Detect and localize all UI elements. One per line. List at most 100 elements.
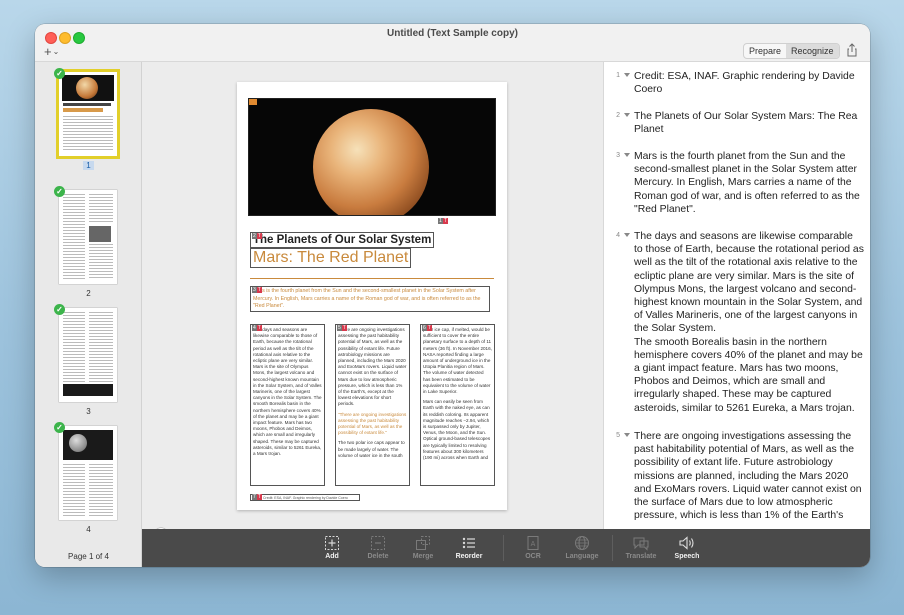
recognized-check-icon: ✓ [54, 186, 65, 197]
window-title: Untitled (Text Sample copy) [387, 28, 518, 39]
thumbnail-text [63, 464, 85, 516]
delete-button[interactable]: Delete [353, 534, 403, 560]
thumbnail-text [63, 116, 113, 152]
thumbnail-text [89, 194, 113, 224]
region-tag[interactable]: 7T [251, 494, 263, 501]
document-page: 1T 2T The Planets of Our Solar System Ma… [237, 82, 507, 510]
recognized-check-icon: ✓ [54, 422, 65, 433]
column-text: Mars can easily be seen from Earth with … [423, 399, 491, 461]
recognized-text-panel: 1 Credit: ESA, INAF. Graphic rendering b… [603, 62, 870, 567]
thumbnail-text [89, 312, 113, 382]
translate-button[interactable]: Translate [616, 534, 666, 560]
add-label: Add [325, 553, 339, 560]
document-image-mars[interactable] [248, 98, 496, 216]
paragraph-number: 5 [616, 432, 620, 439]
disclosure-triangle-icon[interactable] [624, 153, 630, 157]
tab-recognize[interactable]: Recognize [786, 44, 839, 58]
globe-icon [575, 535, 589, 550]
language-button[interactable]: Language [557, 534, 607, 560]
speech-label: Speech [674, 553, 700, 560]
thumbnail-text [63, 103, 111, 106]
paragraph-text[interactable]: Credit: ESA, INAF. Graphic rendering by … [634, 70, 864, 96]
thumbnail-image [89, 226, 111, 242]
speaker-icon [679, 535, 694, 550]
add-button[interactable]: Add [307, 534, 357, 560]
region-tag[interactable]: 1T [437, 218, 449, 225]
region-tag[interactable]: 3T [251, 287, 263, 294]
paragraph-text[interactable]: There are ongoing investigations assessi… [634, 430, 864, 522]
page-thumbnail-1[interactable] [59, 72, 117, 156]
page-thumbnail-4[interactable] [59, 426, 117, 520]
thumbnail-text [63, 194, 85, 280]
merge-button[interactable]: Merge [398, 534, 448, 560]
thumbnail-text [89, 244, 113, 280]
disclosure-triangle-icon[interactable] [624, 433, 630, 437]
document-subtitle[interactable]: Mars: The Red Planet [250, 248, 412, 268]
ocr-label: OCR [525, 553, 541, 560]
translate-label: Translate [625, 553, 657, 560]
chevron-down-icon: ⌄ [52, 47, 60, 56]
toolbar-divider [503, 535, 504, 561]
delete-label: Delete [367, 553, 389, 560]
thumbnail-label-3: 3 [86, 407, 91, 416]
page-thumbnail-2[interactable] [59, 190, 117, 284]
page-thumbnail-sidebar: ✓ 1 ✓ 2 ✓ 3 ✓ 4 Page 1 of 4 [35, 62, 142, 567]
delete-region-icon [371, 535, 385, 550]
thumbnail-label-1: 1 [35, 161, 142, 170]
thumbnail-label-2: 2 [86, 289, 91, 298]
translate-bubble-icon [633, 537, 649, 551]
document-lead-paragraph[interactable]: Mars is the fourth planet from the Sun a… [250, 286, 490, 312]
disclosure-triangle-icon[interactable] [624, 233, 630, 237]
region-tag[interactable]: 4T [251, 325, 263, 332]
paragraph-number: 1 [616, 72, 620, 79]
divider [250, 278, 494, 279]
merge-label: Merge [412, 553, 434, 560]
thumbnail-text [89, 464, 113, 516]
paragraph-number: 3 [616, 152, 620, 159]
reorder-label: Reorder [455, 553, 483, 560]
bottom-toolbar: Add Delete Merge Reorder A OCR Language … [142, 529, 870, 567]
disclosure-triangle-icon[interactable] [624, 73, 630, 77]
add-menu-button[interactable]: +⌄ [44, 44, 59, 59]
pull-quote: "There are ongoing investigations assess… [338, 411, 407, 436]
thumbnail-text [63, 108, 103, 112]
paragraph-number: 4 [616, 232, 620, 239]
ocr-document-icon: A [527, 535, 539, 550]
document-column-2[interactable]: There are ongoing investigations assessi… [335, 324, 410, 486]
mode-segmented-control: Prepare Recognize [743, 43, 840, 59]
plus-icon: + [44, 44, 52, 59]
reorder-button[interactable]: Reorder [444, 534, 494, 560]
recognized-check-icon: ✓ [54, 304, 65, 315]
paragraph-text[interactable]: The days and seasons are likewise compar… [634, 230, 864, 415]
app-window: Untitled (Text Sample copy) +⌄ Prepare R… [35, 24, 870, 567]
document-column-3[interactable]: polar ice cap, if melted, would be suffi… [420, 324, 495, 486]
document-column-1[interactable]: The days and seasons are likewise compar… [250, 324, 325, 486]
speech-button[interactable]: Speech [662, 534, 712, 560]
column-text: There are ongoing investigations assessi… [338, 327, 407, 407]
thumbnail-label-4: 4 [86, 525, 91, 534]
thumbnail-image [63, 430, 113, 460]
disclosure-triangle-icon[interactable] [624, 113, 630, 117]
recognized-check-icon: ✓ [54, 68, 65, 79]
paragraph-text[interactable]: The Planets of Our Solar System Mars: Th… [634, 110, 864, 136]
column-text: polar ice cap, if melted, would be suffi… [423, 327, 492, 395]
ocr-button[interactable]: A OCR [508, 534, 558, 560]
thumbnail-image [62, 75, 114, 101]
paragraph-text[interactable]: Mars is the fourth planet from the Sun a… [634, 150, 864, 216]
region-tag[interactable]: 5T [336, 325, 348, 332]
thumbnail-image [63, 384, 113, 396]
thumbnail-text [63, 312, 85, 382]
document-footer-credit[interactable]: Credit: ESA, INAF. Graphic rendering by … [250, 494, 360, 501]
region-tag[interactable]: 2T [251, 233, 263, 240]
tab-prepare[interactable]: Prepare [744, 44, 786, 58]
document-title[interactable]: The Planets of Our Solar System [250, 232, 435, 248]
document-canvas: 1T 2T The Planets of Our Solar System Ma… [142, 62, 603, 542]
toolbar-divider [612, 535, 613, 561]
share-icon[interactable] [845, 43, 859, 57]
page-thumbnail-3[interactable] [59, 308, 117, 402]
image-region-icon [249, 99, 257, 105]
paragraph-number: 2 [616, 112, 620, 119]
region-tag[interactable]: 6T [421, 325, 433, 332]
svg-text:A: A [531, 541, 536, 548]
add-page-icon [325, 535, 339, 550]
